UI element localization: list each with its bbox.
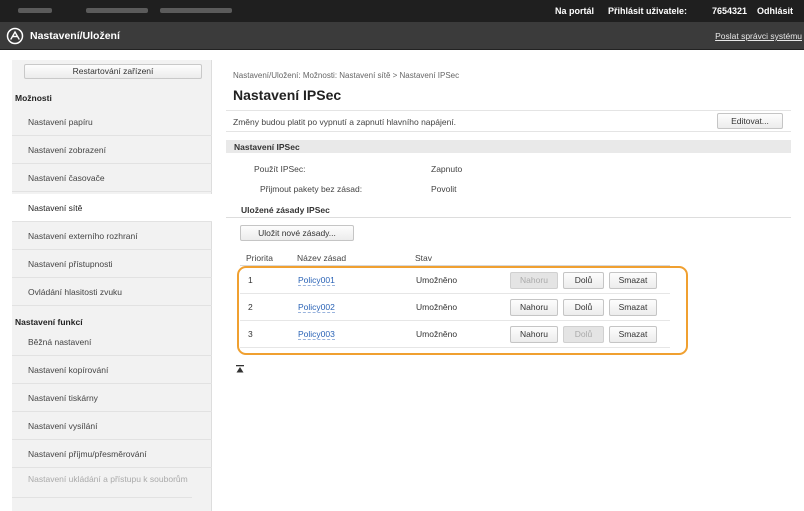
main-content: Nastavení/Uložení: Možnosti: Nastavení s… [226,60,796,511]
sidebar-item-store-access[interactable]: Nastavení ukládání a přístupu k souborům [12,470,192,498]
use-ipsec-label: Použít IPSec: [254,164,306,174]
registered-policies-heading: Uložené zásady IPSec [241,205,330,215]
section-header: Nastavení IPSec [226,140,791,153]
divider [226,217,791,218]
user-id: 7654321 [712,6,748,16]
sidebar-item-printer[interactable]: Nastavení tiskárny [12,384,212,412]
sidebar-item-receive-forward[interactable]: Nastavení příjmu/přesměrování [12,440,212,468]
settings-logo-icon [6,27,24,45]
edit-button[interactable]: Editovat... [717,113,783,129]
blurred-text [18,8,52,13]
column-policy-name: Název zásad [297,253,347,263]
sidebar: Restartování zařízení Možnosti Nastavení… [12,60,212,511]
sidebar-item-common[interactable]: Běžná nastavení [12,328,212,356]
sidebar-item-external-interface[interactable]: Nastavení externího rozhraní [12,222,212,250]
save-new-policy-button[interactable]: Uložit nové zásady... [240,225,354,241]
sidebar-item-send[interactable]: Nastavení vysílání [12,412,212,440]
app-title: Nastavení/Uložení [30,30,120,42]
send-to-admin-link[interactable]: Poslat správci systému [715,31,802,41]
column-state: Stav [415,253,433,263]
blurred-text [86,8,148,13]
restart-notice: Změny budou platit po vypnutí a zapnutí … [233,117,457,127]
top-bar: Na portál Přihlásit uživatele: 7654321 O… [0,0,804,22]
section-title: Nastavení IPSec [234,142,300,152]
breadcrumb: Nastavení/Uložení: Možnosti: Nastavení s… [233,71,460,80]
accept-packets-label: Přijmout pakety bez zásad: [260,184,363,194]
sidebar-item-paper[interactable]: Nastavení papíru [12,108,212,136]
sidebar-item-accessibility[interactable]: Nastavení přístupnosti [12,250,212,278]
use-ipsec-value: Zapnuto [431,164,463,174]
accept-packets-value: Povolit [431,184,457,194]
sidebar-item-volume[interactable]: Ovládání hlasitosti zvuku [12,278,212,306]
sidebar-item-network[interactable]: Nastavení sítě [12,194,212,222]
policies-highlight-frame [237,266,688,355]
notice-row: Změny budou platit po vypnutí a zapnutí … [226,110,791,132]
login-user-label: Přihlásit uživatele: [608,6,688,16]
portal-link[interactable]: Na portál [555,6,594,16]
column-priority: Priorita [246,253,273,263]
page-title: Nastavení IPSec [233,87,342,103]
sidebar-section-options: Možnosti [15,93,52,103]
app-header: Nastavení/Uložení Poslat správci systému [0,22,804,50]
restart-device-button[interactable]: Restartování zařízení [24,64,202,79]
logout-link[interactable]: Odhlásit [757,6,793,16]
back-to-top-icon[interactable] [236,365,244,373]
sidebar-item-display[interactable]: Nastavení zobrazení [12,136,212,164]
sidebar-item-copy[interactable]: Nastavení kopírování [12,356,212,384]
sidebar-section-functions: Nastavení funkcí [15,317,83,327]
blurred-text [160,8,232,13]
sidebar-item-timer[interactable]: Nastavení časovače [12,164,212,192]
